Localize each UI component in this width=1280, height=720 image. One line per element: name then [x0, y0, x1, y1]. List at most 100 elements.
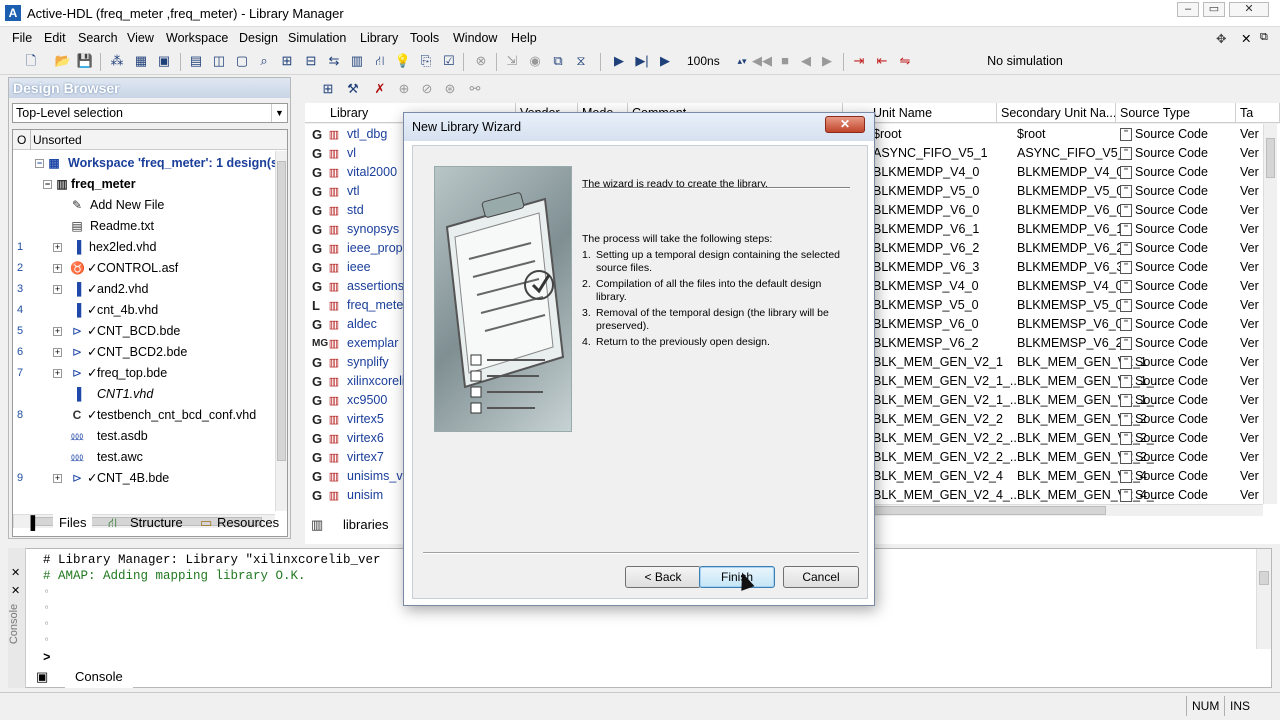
top-level-selector[interactable]: Top-Level selection ▼	[12, 103, 288, 123]
detach-icon[interactable]: ⊘	[418, 80, 436, 98]
menu-file[interactable]: File	[12, 31, 32, 45]
compile-icon[interactable]: ⁂	[108, 52, 126, 70]
window-icon[interactable]: ▢	[233, 52, 251, 70]
clear-breakpoint-icon[interactable]: ⇋	[896, 52, 914, 70]
tree-icon[interactable]: ⛙	[371, 52, 389, 70]
tree-item-cnt-4b-bde[interactable]: 9 + ⊳ ✓ CNT_4B.bde	[13, 468, 275, 489]
compact-icon[interactable]: ⊛	[441, 80, 459, 98]
column-source-type[interactable]: Source Type	[1116, 103, 1236, 123]
save-icon[interactable]: 💾	[76, 52, 94, 70]
tree-item-readme[interactable]: ▤ Readme.txt	[13, 216, 275, 237]
library-horizontal-scrollbar[interactable]	[845, 504, 1263, 516]
tree-item-test-awc[interactable]: ⅏ test.awc	[13, 447, 275, 468]
new-file-icon[interactable]: 🗋	[22, 52, 40, 70]
minimize-button[interactable]: –	[1177, 2, 1199, 17]
column-unsorted[interactable]: Unsorted	[33, 130, 82, 150]
sim-time-spinner[interactable]: ▴▾	[733, 52, 751, 70]
back-button[interactable]: < Back	[625, 566, 701, 588]
find-icon[interactable]: ⌕	[255, 52, 273, 70]
tree-item-cnt-bcd[interactable]: 5 + ⊳ ✓ CNT_BCD.bde	[13, 321, 275, 342]
breakpoint-list-icon[interactable]: ⇤	[873, 52, 891, 70]
play-icon[interactable]: ▶	[610, 52, 628, 70]
menu-workspace[interactable]: Workspace	[166, 31, 228, 45]
tree-item-design[interactable]: − ▥ freq_meter	[13, 174, 275, 195]
library-manager-icon[interactable]: ▥	[348, 52, 366, 70]
check-icon[interactable]: ☑	[440, 52, 458, 70]
code-icon[interactable]: ⊞	[278, 52, 296, 70]
tab-files[interactable]: Files	[53, 512, 93, 534]
console-icon[interactable]: ◫	[210, 52, 228, 70]
dialog-close-button[interactable]: ✕	[825, 116, 865, 133]
tree-item-test-asdb[interactable]: ⅏ test.asdb	[13, 426, 275, 447]
run-icon[interactable]: ⇲	[503, 52, 521, 70]
menu-tools[interactable]: Tools	[410, 31, 439, 45]
tree-item-cnt1[interactable]: ▐ CNT1.vhd	[13, 384, 275, 405]
tree-item-cnt-bcd2[interactable]: 6 + ⊳ ✓ CNT_BCD2.bde	[13, 342, 275, 363]
step-back-icon[interactable]: ◀	[797, 52, 815, 70]
refresh-icon[interactable]: ⊕	[395, 80, 413, 98]
compile-all-icon[interactable]: ▦	[132, 52, 150, 70]
tree-item-cnt-4b[interactable]: 4 ▐ ✓ cnt_4b.vhd	[13, 300, 275, 321]
tree-item-label: freq_meter	[71, 177, 136, 191]
stack-icon[interactable]: ⧉	[549, 52, 567, 70]
close-console-icon[interactable]: ✕	[11, 566, 20, 579]
pin-console-icon[interactable]: ✕	[11, 584, 20, 597]
sim-time-field[interactable]: 100ns	[687, 51, 733, 71]
tab-resources[interactable]: Resources	[217, 512, 279, 534]
tab-console[interactable]: Console	[65, 666, 133, 688]
wave-icon[interactable]: ⧖	[572, 52, 590, 70]
tab-structure[interactable]: Structure	[130, 512, 183, 534]
column-ta[interactable]: Ta	[1236, 103, 1280, 123]
tree-item-workspace[interactable]: − ▦ Workspace 'freq_meter': 1 design(s)	[13, 153, 282, 174]
rewind-icon[interactable]: ◀◀	[752, 52, 772, 70]
tree-item-control[interactable]: 2 + ♉ ✓ CONTROL.asf	[13, 258, 275, 279]
run-for-icon[interactable]: ▶	[656, 52, 674, 70]
console-prompt[interactable]: >	[43, 650, 51, 666]
stop-icon[interactable]: ⊗	[472, 52, 490, 70]
tip-icon[interactable]: 💡	[394, 52, 412, 70]
delete-library-icon[interactable]: ✗	[371, 80, 389, 98]
tree-item-add-new-file[interactable]: ✎ Add New File	[13, 195, 275, 216]
step-forward-icon[interactable]: ▶	[818, 52, 836, 70]
menu-edit[interactable]: Edit	[44, 31, 66, 45]
cancel-button[interactable]: Cancel	[783, 566, 859, 588]
move-icon[interactable]: ✥	[1216, 31, 1226, 46]
design-browser-icon[interactable]: ▤	[187, 52, 205, 70]
tree-vertical-scrollbar[interactable]	[275, 151, 287, 511]
hierarchy-icon[interactable]: ⊟	[302, 52, 320, 70]
tree-item-hex2led[interactable]: 1 + ▐ hex2led.vhd	[13, 237, 275, 258]
console-scrollbar[interactable]	[1256, 549, 1271, 649]
tree-item-and2[interactable]: 3 + ▐ ✓ and2.vhd	[13, 279, 275, 300]
menu-simulation[interactable]: Simulation	[288, 31, 346, 45]
step-icon[interactable]: ▶|	[633, 52, 651, 70]
tree-item-testbench[interactable]: 8 C ✓ testbench_cnt_bcd_conf.vhd	[13, 405, 275, 426]
menu-search[interactable]: Search	[78, 31, 118, 45]
menu-library[interactable]: Library	[360, 31, 398, 45]
column-secondary-unit[interactable]: Secondary Unit Na...	[997, 103, 1116, 123]
eye-icon[interactable]: ◉	[526, 52, 544, 70]
source-type: ≡ Source Code	[1120, 486, 1208, 505]
grid-icon[interactable]: ▣	[155, 52, 173, 70]
search-library-icon[interactable]: ⚯	[466, 80, 484, 98]
source-code-icon: ≡	[1120, 374, 1132, 389]
end-sim-icon[interactable]: ■	[776, 52, 794, 70]
deploy-icon[interactable]: ⇆	[325, 52, 343, 70]
close-doc-icon[interactable]: ✕	[1241, 31, 1251, 46]
close-window-button[interactable]: ✕	[1229, 2, 1269, 17]
menu-view[interactable]: View	[127, 31, 154, 45]
chevron-down-icon[interactable]: ▼	[271, 104, 287, 122]
menu-window[interactable]: Window	[453, 31, 497, 45]
restore-doc-icon[interactable]: ⧉	[1260, 31, 1268, 44]
open-icon[interactable]: 📂	[54, 52, 72, 70]
menu-design[interactable]: Design	[239, 31, 278, 45]
new-library-icon[interactable]: ⊞	[319, 80, 337, 98]
copy-icon[interactable]: ⎘	[417, 52, 435, 70]
tab-libraries[interactable]: libraries	[343, 514, 389, 536]
column-o[interactable]: O	[17, 130, 26, 150]
library-vertical-scrollbar[interactable]	[1263, 124, 1277, 504]
breakpoint-icon[interactable]: ⇥	[850, 52, 868, 70]
attach-library-icon[interactable]: ⚒	[344, 80, 362, 98]
maximize-button[interactable]: ▭	[1203, 2, 1225, 17]
tree-item-freq-top[interactable]: 7 + ⊳ ✓ freq_top.bde	[13, 363, 275, 384]
menu-help[interactable]: Help	[511, 31, 537, 45]
